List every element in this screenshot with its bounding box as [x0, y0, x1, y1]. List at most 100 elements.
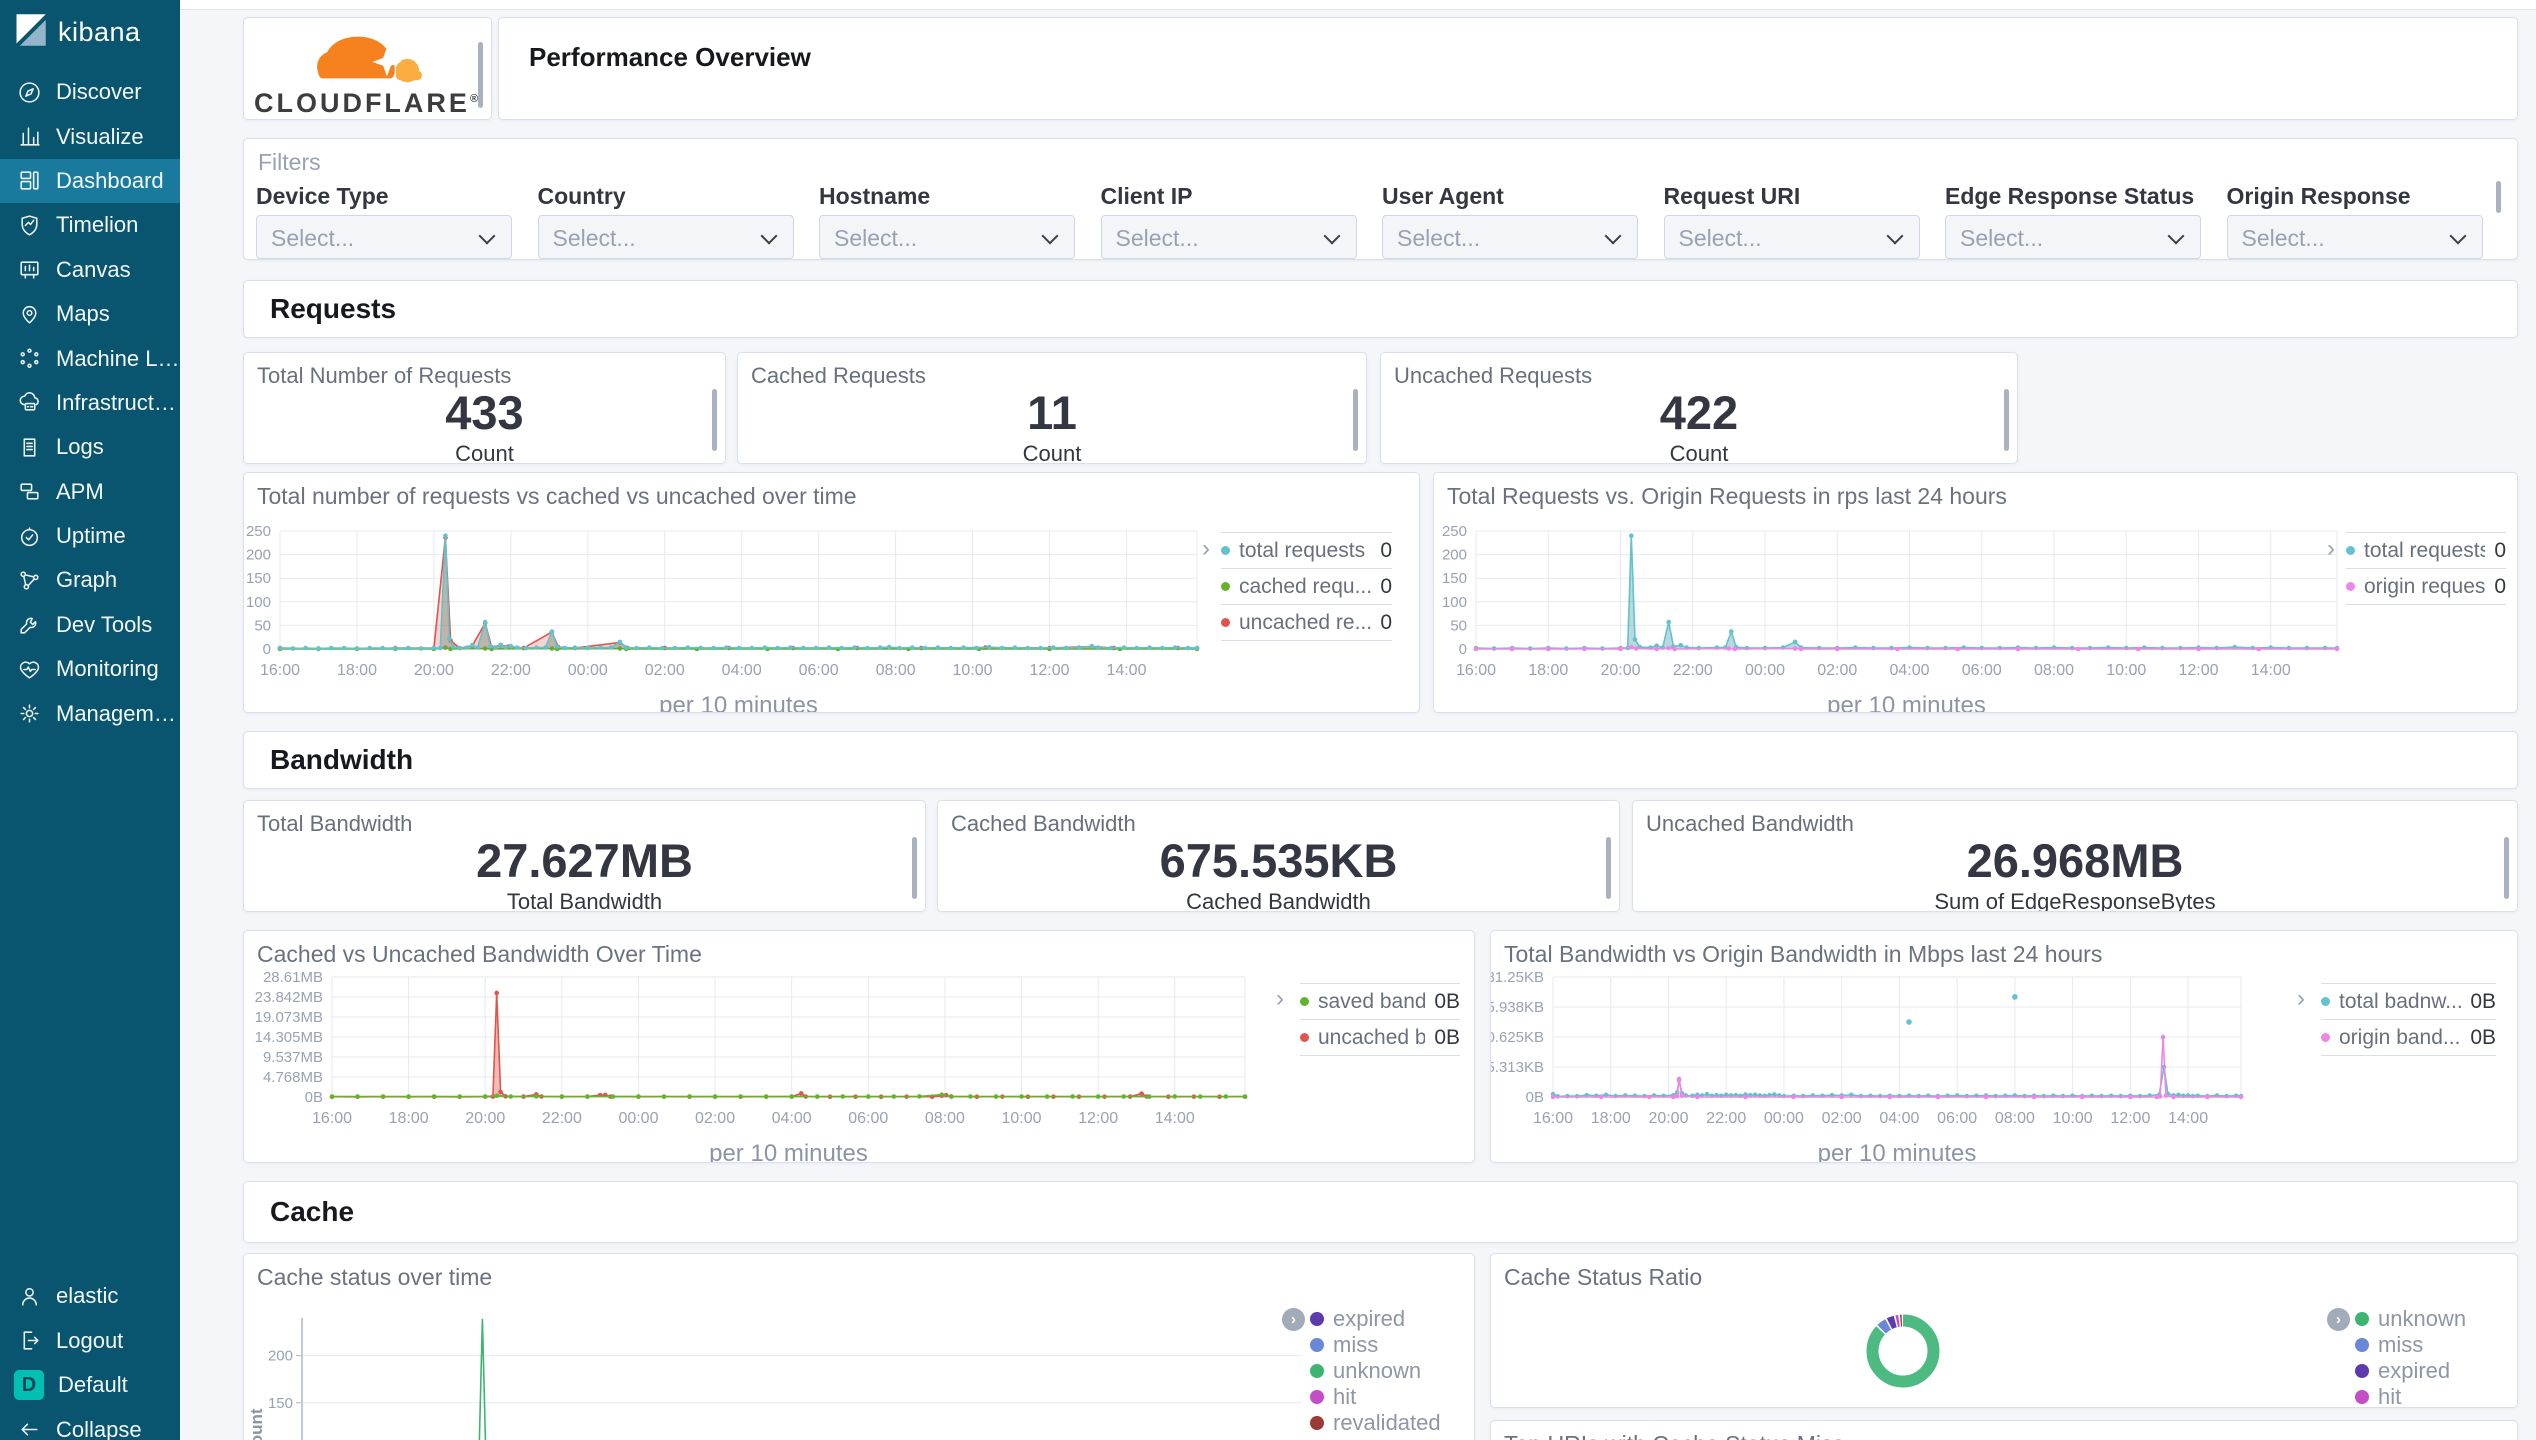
svg-text:16:00: 16:00 — [260, 662, 300, 679]
filter-origin-response-status: Origin Response StatusSelect... — [2226, 183, 2483, 259]
sidebar-item-elastic[interactable]: elastic — [0, 1274, 180, 1319]
filter-select-hostname[interactable]: Select... — [819, 215, 1075, 259]
legend-item-expired[interactable]: expired — [2355, 1358, 2505, 1384]
legend-item-saved-band[interactable]: saved band... 0B — [1300, 983, 1460, 1019]
panel-scrollbar[interactable] — [2004, 389, 2009, 451]
sidebar-item-infrastructure[interactable]: Infrastructure — [0, 381, 180, 425]
legend-collapse-icon[interactable]: › — [2327, 537, 2335, 561]
filter-select-user-agent[interactable]: Select... — [1382, 215, 1638, 259]
sidebar-item-collapse[interactable]: Collapse — [0, 1408, 180, 1440]
select-placeholder: Select... — [1960, 225, 2044, 251]
panel-scrollbar[interactable] — [2504, 837, 2509, 899]
sidebar-item-discover[interactable]: Discover — [0, 70, 180, 114]
sidebar-item-label: Machine Le... — [56, 345, 180, 371]
sidebar-item-apm[interactable]: APM — [0, 470, 180, 514]
sidebar-item-label: Logs — [56, 434, 104, 460]
svg-text:20:00: 20:00 — [414, 662, 454, 679]
legend-item-miss[interactable]: miss — [1310, 1332, 1460, 1358]
metric-value: 26.968MB — [1966, 834, 2184, 887]
legend-item-miss[interactable]: miss — [2355, 1332, 2505, 1358]
sidebar-item-maps[interactable]: Maps — [0, 292, 180, 336]
sidebar-item-label: Maps — [56, 301, 110, 327]
kibana-brand[interactable]: kibana — [0, 0, 180, 64]
filter-select-request-uri[interactable]: Select... — [1663, 215, 1920, 259]
svg-text:12:00: 12:00 — [2110, 1110, 2150, 1127]
legend-item-total-requests[interactable]: total requests 0 — [1221, 532, 1392, 568]
legend-item-total-badnw[interactable]: total badnw... 0B — [2321, 983, 2496, 1019]
filter-select-origin-response-status[interactable]: Select... — [2226, 215, 2483, 259]
panel-metric-total-requests: Total Number of Requests 433 Count — [243, 352, 726, 464]
legend-dot — [2346, 582, 2355, 591]
panel-scrollbar[interactable] — [478, 42, 483, 108]
legend-collapse-icon[interactable]: › — [2297, 987, 2305, 1011]
sidebar-item-timelion[interactable]: Timelion — [0, 203, 180, 247]
sidebar-item-uptime[interactable]: Uptime — [0, 514, 180, 558]
sidebar-item-logout[interactable]: Logout — [0, 1319, 180, 1364]
sidebar-item-label: Default — [58, 1372, 128, 1398]
collapse-icon — [16, 1417, 42, 1440]
cloudflare-logo-icon — [272, 22, 467, 95]
legend-item-origin-band[interactable]: origin band... 0B — [2321, 1019, 2496, 1056]
svg-text:14:00: 14:00 — [1155, 1110, 1195, 1127]
legend-item-total-requests[interactable]: total requests 0 — [2346, 532, 2506, 568]
legend-item-uncached-re[interactable]: uncached re... 0 — [1221, 604, 1392, 641]
legend-dot — [2355, 1312, 2369, 1326]
sidebar-item-machine-le[interactable]: Machine Le... — [0, 336, 180, 380]
legend-value: 0 — [2494, 574, 2506, 598]
filter-select-edge-response-status[interactable]: Select... — [1945, 215, 2201, 259]
sidebar-item-management[interactable]: Management — [0, 691, 180, 735]
legend-label: revalidated — [1333, 1410, 1441, 1435]
legend-item-expired[interactable]: expired — [1310, 1306, 1460, 1332]
svg-text:0B: 0B — [305, 1089, 323, 1106]
legend-item-cached-requ[interactable]: cached requ... 0 — [1221, 568, 1392, 604]
legend-item-hit[interactable]: hit — [1310, 1384, 1460, 1410]
select-placeholder: Select... — [1678, 225, 1762, 251]
panel-scrollbar[interactable] — [712, 389, 717, 451]
panel-scrollbar[interactable] — [1606, 837, 1611, 899]
sidebar-item-canvas[interactable]: Canvas — [0, 248, 180, 292]
svg-text:14:00: 14:00 — [1106, 662, 1146, 679]
panel-bandwidth-header: Bandwidth — [243, 731, 2518, 789]
sidebar-item-monitoring[interactable]: Monitoring — [0, 647, 180, 691]
legend-item-uncached-b[interactable]: uncached b... 0B — [1300, 1019, 1460, 1056]
sidebar-item-graph[interactable]: Graph — [0, 558, 180, 602]
svg-text:06:00: 06:00 — [1937, 1110, 1977, 1127]
filter-select-device-type[interactable]: Select... — [256, 215, 512, 259]
legend-dot — [2321, 997, 2330, 1006]
sidebar-item-dashboard[interactable]: Dashboard — [0, 158, 180, 204]
sidebar-item-visualize[interactable]: Visualize — [0, 114, 180, 158]
legend-item-revalidated[interactable]: revalidated — [1310, 1410, 1460, 1436]
panel-scrollbar[interactable] — [2496, 181, 2501, 213]
legend-dot — [1310, 1312, 1324, 1326]
filter-select-country[interactable]: Select... — [537, 215, 794, 259]
legend-item-unknown[interactable]: unknown — [2355, 1306, 2505, 1332]
legend-collapse-icon[interactable]: › — [1282, 1308, 1305, 1331]
sidebar-item-label: APM — [56, 478, 104, 504]
legend-item-hit[interactable]: hit — [2355, 1384, 2505, 1407]
svg-text:per 10 minutes: per 10 minutes — [1827, 692, 1986, 712]
legend-item-unknown[interactable]: unknown — [1310, 1358, 1460, 1384]
legend-collapse-icon[interactable]: › — [1276, 987, 1284, 1011]
legend-dot — [1221, 582, 1230, 591]
svg-text:Count: Count — [247, 1408, 266, 1440]
panel-scrollbar[interactable] — [1353, 389, 1358, 451]
legend-value: 0 — [1380, 610, 1392, 634]
svg-text:150: 150 — [1442, 570, 1467, 587]
panel-cache-header: Cache — [243, 1181, 2518, 1243]
svg-text:100: 100 — [1442, 594, 1467, 611]
metric-value: 11 — [1027, 386, 1077, 439]
legend-collapse-icon[interactable]: › — [2327, 1308, 2350, 1331]
legend-dot — [2355, 1390, 2369, 1404]
chart-legend: unknownmissexpiredhitrevalidated — [2355, 1306, 2505, 1407]
chevron-down-icon — [1886, 227, 1903, 245]
legend-collapse-icon[interactable]: › — [1202, 537, 1210, 561]
visualize-icon — [16, 124, 42, 150]
sidebar-item-default[interactable]: D Default — [0, 1363, 180, 1408]
filter-select-client-ip[interactable]: Select... — [1100, 215, 1357, 259]
sidebar-item-dev-tools[interactable]: Dev Tools — [0, 603, 180, 647]
chart-legend: total badnw... 0B origin band... 0B — [2321, 983, 2496, 1056]
legend-value: 0 — [1380, 574, 1392, 598]
legend-item-origin-requests[interactable]: origin requests 0 — [2346, 568, 2506, 605]
sidebar-item-logs[interactable]: Logs — [0, 425, 180, 469]
panel-scrollbar[interactable] — [912, 837, 917, 899]
